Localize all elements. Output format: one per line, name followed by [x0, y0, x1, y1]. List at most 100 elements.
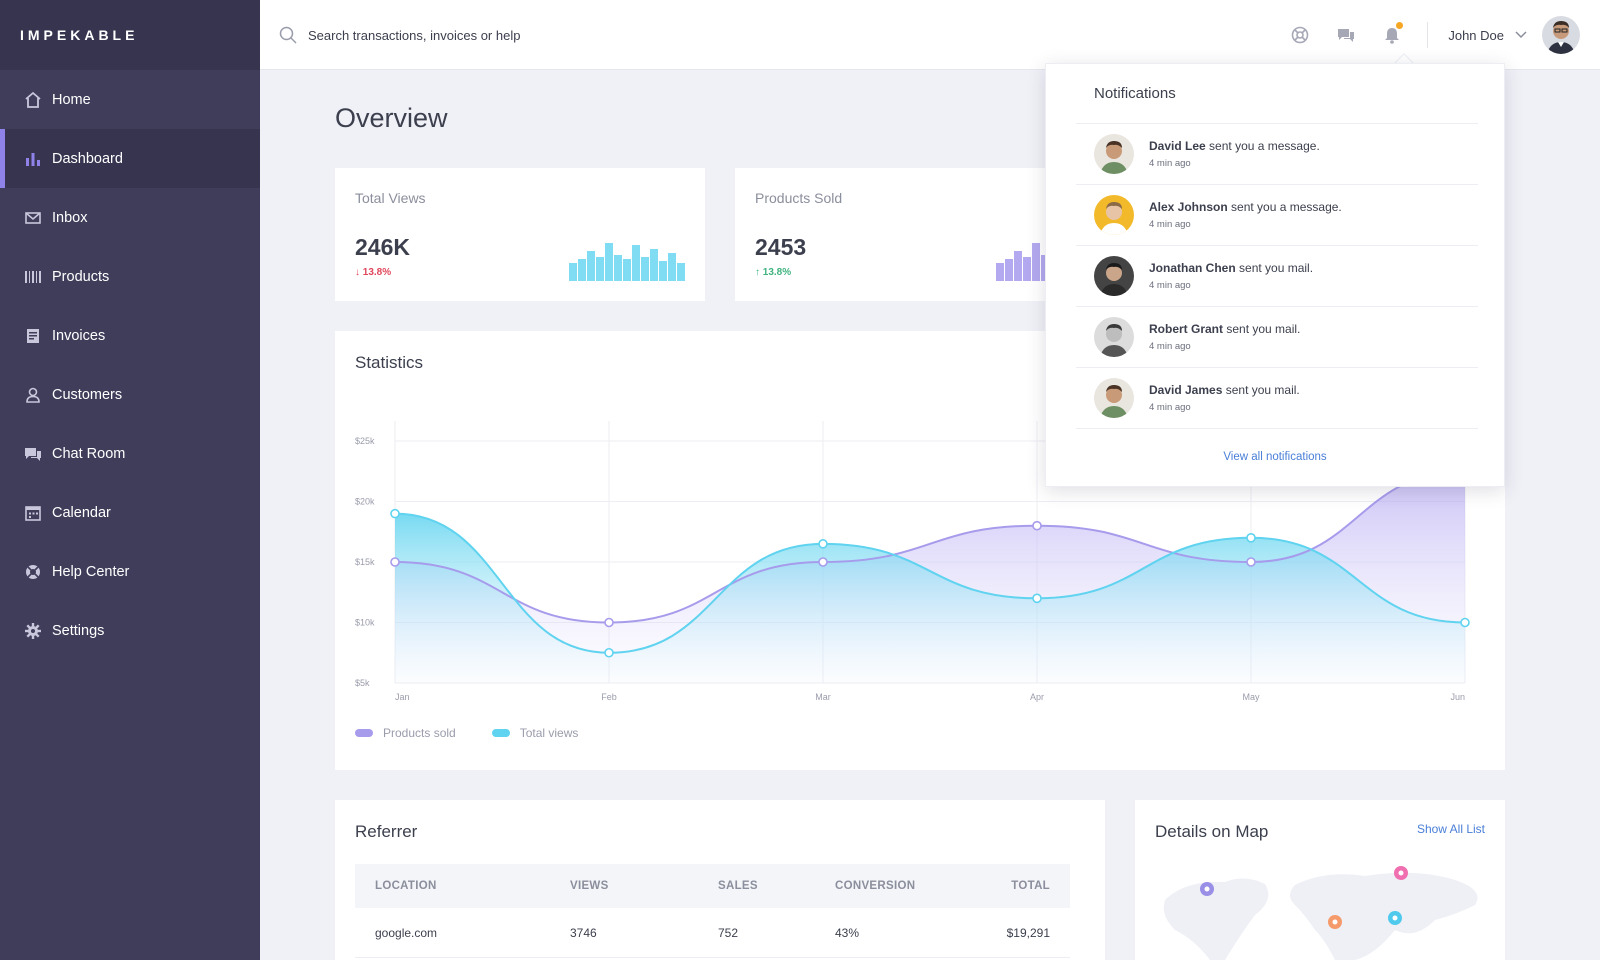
stat-change: ↓ 13.8%: [355, 267, 391, 278]
sidebar-nav: Home Dashboard Inbox Products Invoices C…: [0, 70, 260, 660]
notification-sender: David Lee: [1149, 138, 1206, 153]
map-title: Details on Map: [1155, 822, 1269, 841]
sidebar-item-help-center[interactable]: Help Center: [0, 542, 260, 601]
sidebar-item-settings[interactable]: Settings: [0, 601, 260, 660]
notification-item[interactable]: David Lee sent you a message. 4 min ago: [1076, 124, 1478, 185]
data-point: [604, 647, 614, 658]
calendar-icon: [24, 504, 42, 522]
notification-body: Jonathan Chen sent you mail. 4 min ago: [1149, 261, 1313, 292]
notification-item[interactable]: Alex Johnson sent you a message. 4 min a…: [1076, 185, 1478, 246]
stat-value: 2453: [755, 234, 807, 260]
table-row[interactable]: google.com 3746 752 43% $19,291: [355, 908, 1070, 958]
mini-bar: [668, 253, 676, 281]
sidebar-item-home[interactable]: Home: [0, 70, 260, 129]
notification-time: 4 min ago: [1149, 219, 1191, 231]
mini-bar: [623, 259, 631, 281]
notification-sender: Alex Johnson: [1149, 199, 1228, 214]
referrer-title: Referrer: [355, 822, 418, 841]
column-header-location[interactable]: LOCATION: [355, 880, 570, 892]
barcode-icon: [24, 268, 42, 286]
legend-swatch: [491, 729, 510, 737]
notification-message: sent you a message.: [1231, 199, 1342, 214]
notification-item[interactable]: David James sent you mail. 4 min ago: [1076, 368, 1478, 429]
notification-message: sent you mail.: [1239, 260, 1314, 275]
search-bar: [278, 25, 608, 45]
avatar[interactable]: [1542, 16, 1580, 54]
sidebar-item-label: Invoices: [52, 327, 106, 344]
x-tick-label: Jan: [395, 692, 410, 702]
cell-location: google.com: [375, 925, 438, 940]
legend-label: Products sold: [383, 726, 456, 740]
divider: [1427, 22, 1429, 48]
messages-icon[interactable]: [1335, 24, 1357, 46]
brand-logo[interactable]: IMPEKABLE: [0, 0, 260, 70]
mini-bar: [650, 249, 658, 281]
notifications-dropdown: Notifications David Lee sent you a messa…: [1045, 63, 1505, 487]
sidebar-item-inbox[interactable]: Inbox: [0, 188, 260, 247]
legend-swatch: [355, 729, 373, 737]
search-icon[interactable]: [278, 25, 298, 45]
sidebar-item-calendar[interactable]: Calendar: [0, 483, 260, 542]
stat-change: ↑ 13.8%: [755, 267, 791, 278]
mini-bar: [587, 251, 595, 281]
avatar: [1094, 256, 1134, 296]
chevron-down-icon[interactable]: [1514, 28, 1528, 42]
stat-change-value: 13.8%: [762, 267, 792, 278]
data-point: [1032, 520, 1042, 531]
column-header-views[interactable]: VIEWS: [570, 880, 718, 892]
home-icon: [24, 91, 42, 109]
map-pin-cyan-icon: [1388, 911, 1402, 925]
notifications-list: David Lee sent you a message. 4 min ago …: [1076, 123, 1478, 429]
mini-bar: [677, 263, 685, 281]
referrer-table: LOCATION VIEWS SALES CONVERSION TOTAL go…: [355, 864, 1070, 958]
notification-sender: Jonathan Chen: [1149, 260, 1236, 275]
user-icon: [24, 386, 42, 404]
x-tick-label: Mar: [815, 692, 831, 702]
x-tick-label: Feb: [601, 692, 617, 702]
search-input[interactable]: [308, 27, 608, 43]
avatar: [1094, 378, 1134, 418]
data-point: [1246, 533, 1256, 543]
notification-text: Robert Grant sent you mail.: [1149, 322, 1300, 338]
column-header-total[interactable]: TOTAL: [970, 880, 1070, 892]
legend-item-products-sold[interactable]: Products sold: [355, 726, 456, 740]
help-icon[interactable]: [1289, 24, 1311, 46]
x-tick-label: May: [1242, 692, 1260, 702]
avatar: [1094, 317, 1134, 357]
sidebar-item-dashboard[interactable]: Dashboard: [0, 129, 260, 188]
sidebar-item-label: Customers: [52, 386, 123, 403]
bell-icon[interactable]: [1381, 22, 1404, 46]
notification-item[interactable]: Robert Grant sent you mail. 4 min ago: [1076, 307, 1478, 368]
mini-bar: [659, 261, 667, 281]
data-point: [818, 557, 828, 567]
world-map[interactable]: [1155, 860, 1495, 960]
column-header-conversion[interactable]: CONVERSION: [835, 880, 970, 892]
sidebar-item-invoices[interactable]: Invoices: [0, 306, 260, 365]
show-all-list-link[interactable]: Show All List: [1417, 822, 1485, 836]
sidebar-item-customers[interactable]: Customers: [0, 365, 260, 424]
mini-bar: [641, 257, 649, 281]
notification-body: Robert Grant sent you mail. 4 min ago: [1149, 322, 1300, 353]
referrer-card: Referrer LOCATION VIEWS SALES CONVERSION…: [335, 800, 1105, 960]
map-pin-pink-icon: [1394, 866, 1408, 880]
page-title: Overview: [335, 103, 448, 133]
avatar: [1094, 195, 1134, 235]
mini-bar: [1014, 251, 1022, 281]
sidebar-item-label: Home: [52, 91, 91, 108]
view-all-notifications-link[interactable]: View all notifications: [1046, 451, 1504, 463]
notification-text: David James sent you mail.: [1149, 383, 1300, 399]
stat-label: Products Sold: [755, 190, 843, 206]
arrow-down-icon: ↓: [355, 267, 360, 278]
sidebar-item-label: Settings: [52, 622, 105, 639]
y-tick-label: $20k: [355, 497, 375, 507]
column-header-sales[interactable]: SALES: [718, 880, 835, 892]
sidebar-item-products[interactable]: Products: [0, 247, 260, 306]
user-name[interactable]: John Doe: [1448, 28, 1504, 43]
bar-chart-icon: [24, 150, 42, 168]
cell-views: 3746: [570, 925, 597, 940]
notification-time: 4 min ago: [1149, 158, 1191, 170]
legend-item-total-views[interactable]: Total views: [491, 726, 578, 740]
notification-text: Alex Johnson sent you a message.: [1149, 200, 1342, 216]
notification-item[interactable]: Jonathan Chen sent you mail. 4 min ago: [1076, 246, 1478, 307]
sidebar-item-chat-room[interactable]: Chat Room: [0, 424, 260, 483]
